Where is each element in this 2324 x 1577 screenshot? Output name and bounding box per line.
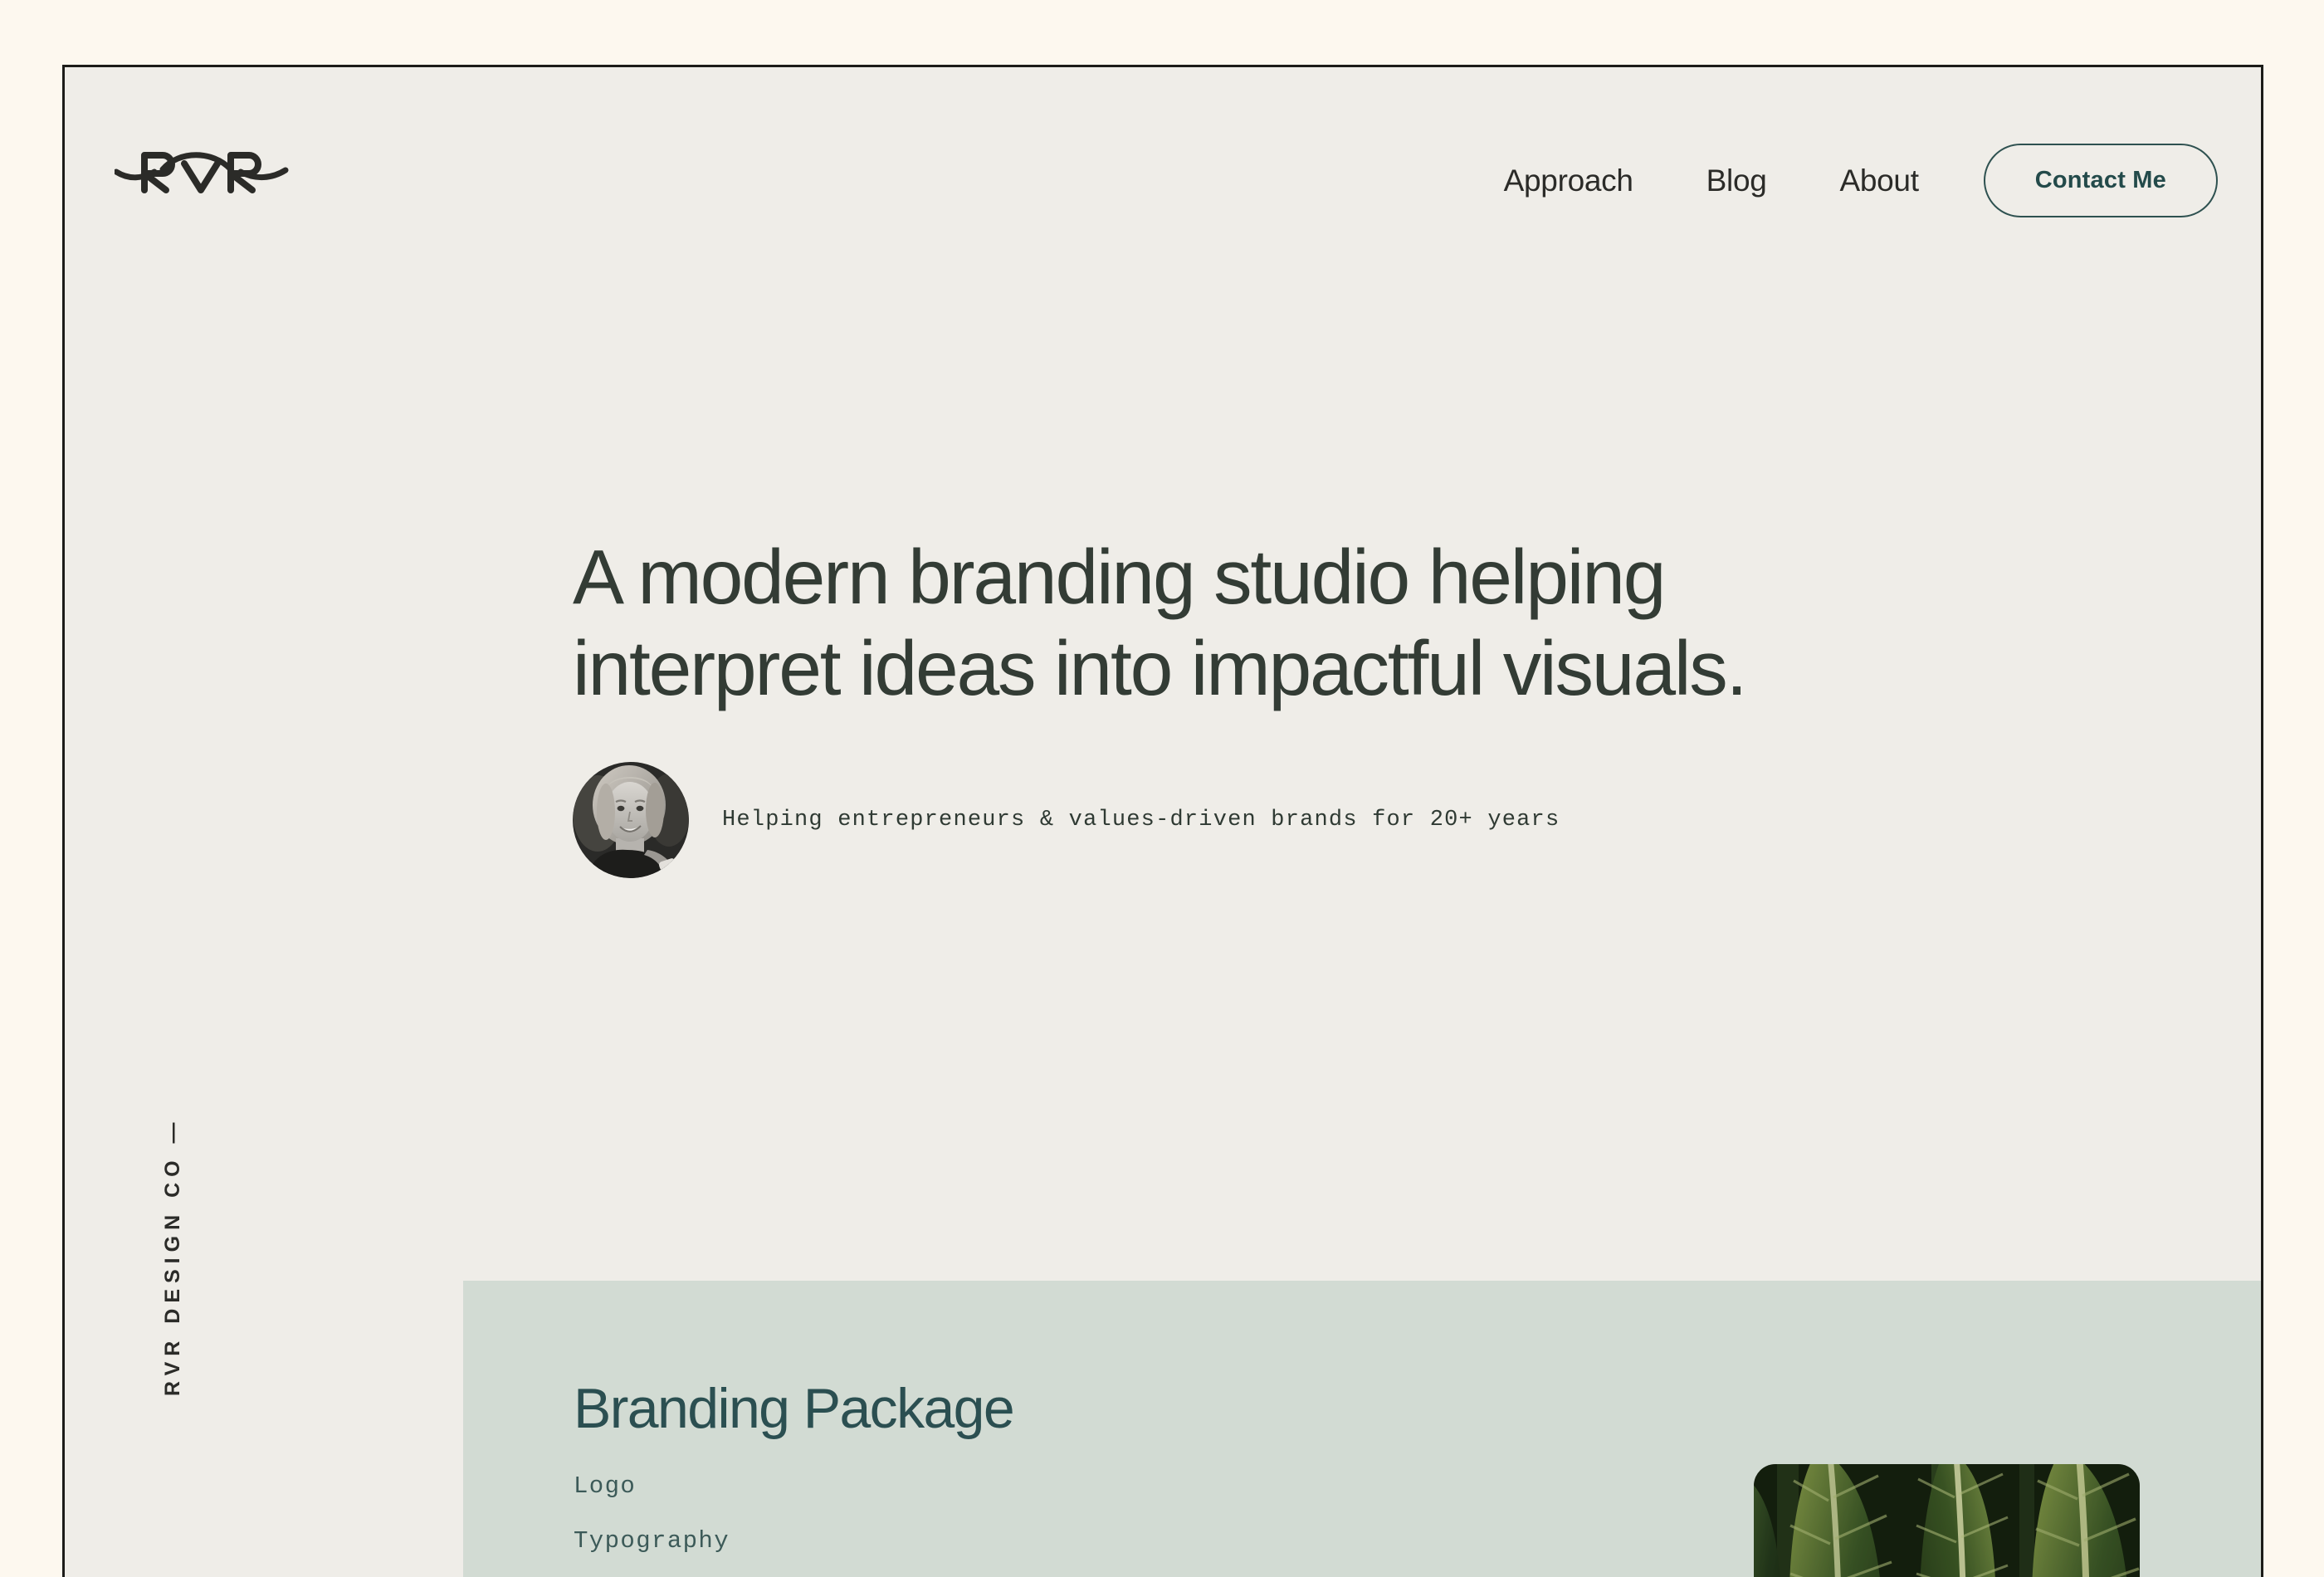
hero-subtitle: Helping entrepreneurs & values-driven br… [722, 808, 1560, 833]
page-title: A modern branding studio helping interpr… [573, 534, 1747, 711]
hero-section: A modern branding studio helping interpr… [573, 532, 1901, 879]
list-item: Logo [574, 1472, 637, 1500]
package-copy: Branding Package Logo Typography Imagery… [574, 1376, 1088, 1577]
contact-me-button[interactable]: Contact Me [1983, 144, 2218, 217]
plant-photo [1754, 1464, 2140, 1577]
portrait-photo-icon [573, 762, 689, 879]
avatar [573, 762, 689, 879]
rvr-wordmark-logo [115, 152, 289, 193]
hero-meta: Helping entrepreneurs & values-driven br… [573, 762, 1901, 879]
nav-item-about[interactable]: About [1804, 164, 1955, 198]
branding-package-section: Branding Package Logo Typography Imagery… [463, 1281, 2261, 1577]
rvr-logo[interactable] [115, 147, 289, 195]
tropical-plant-leaves-photo-icon [1754, 1464, 2140, 1577]
site-header: Approach Blog About Contact Me [65, 67, 2261, 233]
nav-item-approach[interactable]: Approach [1467, 164, 1670, 198]
package-title: Branding Package [574, 1377, 1015, 1440]
nav-item-blog[interactable]: Blog [1670, 164, 1804, 198]
page-frame: Approach Blog About Contact Me RVR DESIG… [62, 65, 2263, 1577]
main-navigation: Approach Blog About Contact Me [1467, 144, 2218, 217]
list-item: Typography [574, 1527, 730, 1555]
package-list: Logo Typography Imagery Colors & Motifs [574, 1472, 1088, 1577]
vertical-brand-label: RVR DESIGN CO — [161, 1116, 184, 1396]
